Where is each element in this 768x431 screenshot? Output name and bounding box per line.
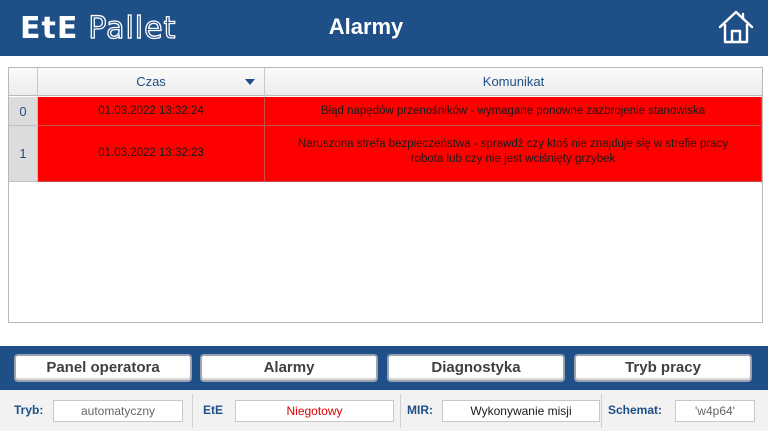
header-czas-label: Czas [136,74,166,89]
diagnostyka-button[interactable]: Diagnostyka [387,354,565,382]
schemat-label: Schemat: [608,403,663,417]
page-title: Alarmy [328,14,404,39]
header-czas[interactable]: Czas [38,68,265,96]
alarm-message: Błąd napędów przenośników - wymagane pon… [265,97,762,126]
tryb-value: automatyczny [53,400,183,422]
table-row[interactable]: 0 01.03.2022 13:32:24 Błąd napędów przen… [9,97,762,126]
divider [192,394,193,428]
divider [400,394,401,428]
row-index: 0 [9,97,38,126]
schemat-value: 'w4p64' [675,400,755,422]
alarm-message: Naruszona strefa bezpieczeństwa - sprawd… [265,126,762,182]
header-komunikat[interactable]: Komunikat [265,68,762,96]
row-index: 1 [9,126,38,182]
ete-label: EtE [203,403,224,417]
mir-label: MIR: [407,403,433,417]
header-bar: EtE Pallet Alarmy [0,0,768,56]
home-icon [718,10,754,44]
divider [601,394,602,428]
table-row[interactable]: 1 01.03.2022 13:32:23 Naruszona strefa b… [9,126,762,182]
nav-bar: Panel operatora Alarmy Diagnostyka Tryb … [0,346,768,390]
panel-operatora-button[interactable]: Panel operatora [14,354,192,382]
ete-status-value: Niegotowy [235,400,394,422]
alarmy-button[interactable]: Alarmy [200,354,378,382]
mir-status-value: Wykonywanie misji [442,400,600,422]
home-button[interactable] [716,8,756,46]
tryb-label: Tryb: [14,403,44,417]
alarm-time: 01.03.2022 13:32:23 [38,126,265,182]
sort-desc-icon [245,79,255,85]
status-bar: Tryb: automatyczny EtE Niegotowy MIR: Wy… [0,390,768,431]
alarm-time: 01.03.2022 13:32:24 [38,97,265,126]
header-index [9,68,38,96]
tryb-pracy-button[interactable]: Tryb pracy [574,354,752,382]
alarm-table: Czas Komunikat 0 01.03.2022 13:32:24 Błą… [8,67,763,323]
table-header: Czas Komunikat [9,68,762,96]
